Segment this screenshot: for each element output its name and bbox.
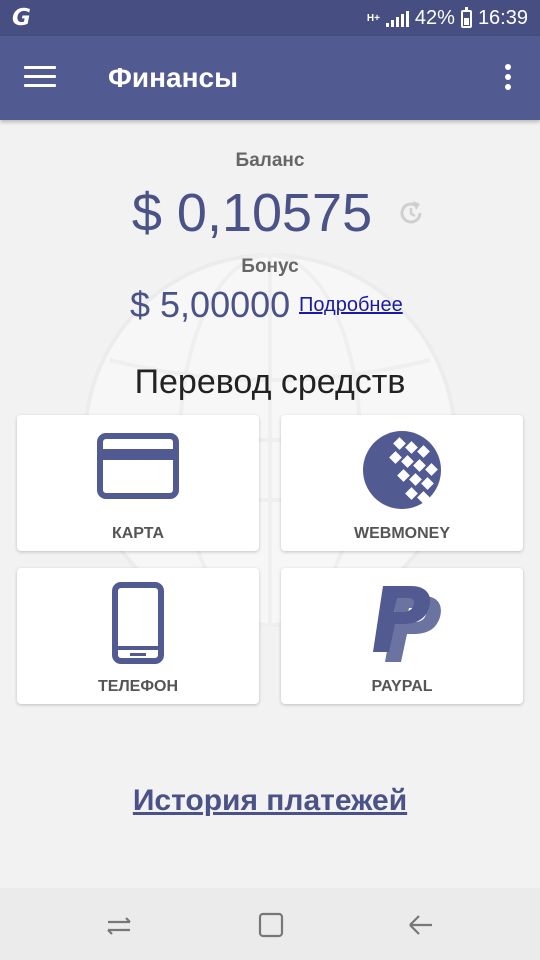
signal-icon	[385, 10, 409, 27]
clock: 16:39	[477, 7, 528, 29]
more-vert-icon[interactable]	[504, 64, 512, 94]
transfer-card-label: КАРТА	[111, 525, 165, 542]
phone-icon	[112, 582, 164, 664]
battery-icon	[460, 6, 472, 28]
status-bar: G H+ 42% 16:39	[0, 0, 540, 36]
balance-value: $ 0,10575	[131, 183, 373, 243]
credit-card-icon	[97, 433, 179, 499]
battery-percent: 42%	[414, 7, 455, 29]
hamburger-icon[interactable]	[24, 66, 56, 90]
transfer-phone-label: ТЕЛЕФОН	[98, 678, 178, 695]
system-nav-bar	[0, 888, 540, 960]
refresh-icon[interactable]	[396, 198, 426, 228]
transfer-title: Перевод средств	[134, 363, 406, 401]
payment-history-link[interactable]: История платежей	[0, 784, 540, 818]
finance-content: Баланс $ 0,10575 Бонус $ 5,00000 Подробн…	[0, 120, 540, 888]
recent-apps-icon[interactable]	[104, 910, 134, 940]
app-bar: Финансы	[0, 36, 540, 120]
home-icon[interactable]	[256, 910, 286, 940]
transfer-paypal-button[interactable]: PAYPAL	[281, 568, 523, 704]
balance-label: Баланс	[235, 150, 305, 171]
paypal-icon	[373, 586, 441, 662]
page-title: Финансы	[108, 62, 238, 93]
webmoney-icon	[363, 431, 441, 509]
bonus-value: $ 5,00000	[130, 284, 291, 325]
transfer-webmoney-button[interactable]: WEBMONEY	[281, 415, 523, 551]
app-notification-icon: G	[12, 5, 31, 31]
network-type: H+	[366, 12, 380, 24]
bonus-details-link[interactable]: Подробнее	[299, 294, 403, 317]
bonus-label: Бонус	[241, 256, 299, 277]
transfer-webmoney-label: WEBMONEY	[354, 525, 450, 542]
transfer-card-button[interactable]: КАРТА	[17, 415, 259, 551]
transfer-paypal-label: PAYPAL	[371, 678, 433, 695]
back-icon[interactable]	[406, 910, 436, 940]
transfer-phone-button[interactable]: ТЕЛЕФОН	[17, 568, 259, 704]
